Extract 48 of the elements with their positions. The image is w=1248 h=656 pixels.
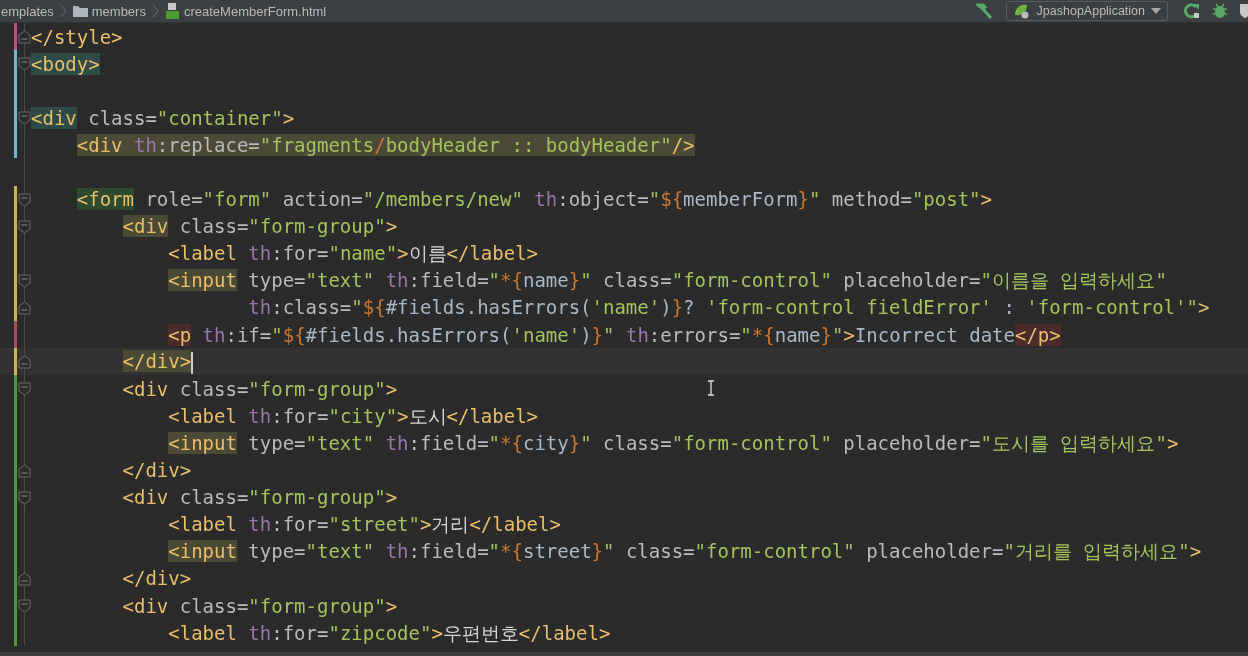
- fold-icon[interactable]: [18, 192, 31, 207]
- fold-icon[interactable]: [18, 273, 31, 288]
- code-line: </style>: [31, 24, 123, 49]
- code-line: </div>: [122, 458, 192, 483]
- code-line: <input type="text" th:field="*{street}" class="form-control" placeholder="거리를 입력하세요">: [168, 539, 1202, 564]
- fold-icon[interactable]: [18, 490, 31, 505]
- fold-icon[interactable]: [18, 219, 31, 234]
- code-line: <div class="form-group">: [122, 376, 398, 401]
- chevron-icon: [151, 4, 159, 18]
- fold-icon[interactable]: [18, 57, 31, 72]
- code-line: th:class="${#fields.hasErrors('name')}? 'form-control fieldError' : 'form-control'">: [248, 295, 1210, 320]
- code-line: <label th:for="zipcode">우편번호</label>: [168, 620, 611, 645]
- code-line: <div class="form-group">: [122, 485, 398, 510]
- fold-icon[interactable]: [18, 382, 31, 397]
- code-line: <form role="form" action="/members/new" th:object="${memberForm}" method="post">: [76, 187, 992, 212]
- code-line: <input type="text" th:field="*{city}" class="form-control" placeholder="도시를 입력하세요">: [168, 430, 1179, 455]
- code-line: <div class="form-group">: [122, 593, 398, 618]
- code-line: <input type="text" th:field="*{name}" class="form-control" placeholder="이름을 입력하세요": [168, 268, 1167, 293]
- fold-end-icon[interactable]: [18, 30, 31, 44]
- code-line: <label th:for="city">도시</label>: [168, 403, 539, 428]
- code-line: <label th:for="street">거리</label>: [168, 512, 561, 537]
- caret-icon: [1151, 8, 1161, 14]
- code-line: <div class="form-group">: [122, 214, 398, 239]
- code-line: </div>: [122, 566, 192, 591]
- text-caret: [191, 351, 194, 374]
- chevron-icon: [59, 4, 67, 18]
- html-file-icon: [164, 3, 180, 19]
- folder-icon: [72, 5, 88, 17]
- hammer-icon[interactable]: [975, 3, 994, 19]
- fold-icon[interactable]: [18, 111, 31, 126]
- fold-end-icon[interactable]: [18, 355, 31, 370]
- code-line: <div class="container">: [31, 105, 295, 130]
- breadcrumb-item[interactable]: createMemberForm.html: [164, 3, 327, 19]
- code-line: <div th:replace="fragments/bodyHeader :: bodyHeader"/>: [76, 132, 695, 157]
- leaf-icon: [1012, 3, 1031, 19]
- rerun-icon[interactable]: [1184, 3, 1200, 19]
- text-cursor-icon: [707, 380, 715, 396]
- breadcrumb-item[interactable]: members: [72, 3, 146, 19]
- fold-end-icon[interactable]: [18, 463, 31, 478]
- shield-icon[interactable]: [1240, 3, 1248, 19]
- code-line: <label th:for="name">이름</label>: [168, 241, 539, 266]
- fold-end-icon[interactable]: [18, 571, 31, 586]
- breadcrumb-item[interactable]: emplates: [1, 3, 54, 19]
- run-configuration-dropdown[interactable]: JpashopApplication: [1005, 1, 1168, 21]
- fold-end-icon[interactable]: [18, 300, 31, 315]
- fold-icon[interactable]: [18, 598, 31, 613]
- bug-icon[interactable]: [1212, 3, 1228, 19]
- code-line: <p th:if="${#fields.hasErrors('name')}" th:errors="*{name}">Incorrect date</p>: [168, 322, 1061, 347]
